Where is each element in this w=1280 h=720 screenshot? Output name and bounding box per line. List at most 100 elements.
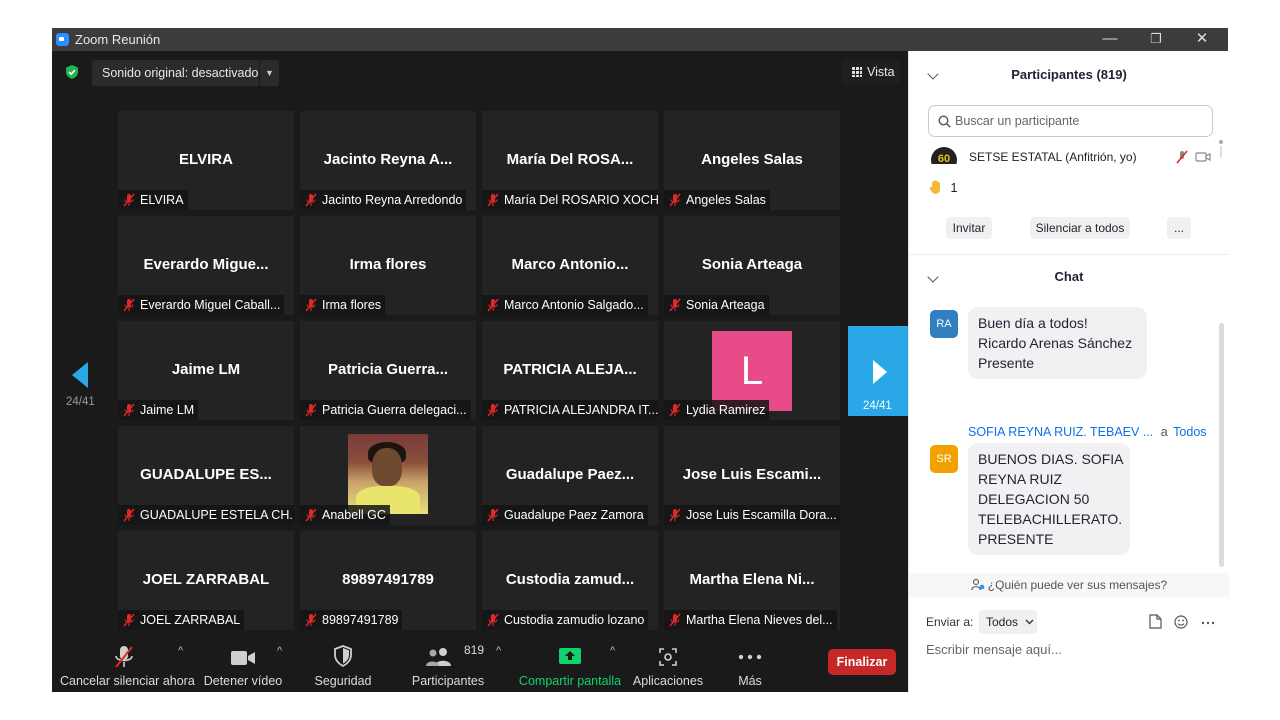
video-options-caret-icon[interactable]: ^ xyxy=(277,645,282,657)
share-options-caret-icon[interactable]: ^ xyxy=(610,645,615,657)
host-video-off-icon[interactable] xyxy=(1195,151,1211,163)
raised-hand-icon xyxy=(929,180,940,194)
participant-list-scrollbar[interactable] xyxy=(1219,139,1223,157)
participant-video-tile[interactable]: Custodia zamud... Custodia zamudio lozano xyxy=(482,531,658,630)
button-divider xyxy=(259,60,260,86)
muted-microphone-icon xyxy=(305,403,317,417)
participant-display-name: Sonia Arteaga xyxy=(701,256,803,273)
host-avatar: 60 xyxy=(931,147,957,164)
raised-hands-row: 1 xyxy=(929,179,957,195)
share-screen-label: Compartir pantalla xyxy=(518,674,622,688)
message-line: Buen día a todos! xyxy=(978,315,1088,331)
message-recipient[interactable]: Todos xyxy=(1173,425,1206,439)
participant-name: Jaime LM xyxy=(140,403,195,417)
participant-name-label: Custodia zamudio lozano xyxy=(482,610,649,630)
participant-video-tile[interactable]: Everardo Migue... Everardo Miguel Caball.… xyxy=(118,216,294,315)
message-sender-name[interactable]: SOFIA REYNA RUIZ. TEBAEV ... xyxy=(968,425,1153,439)
participants-more-button[interactable]: ... xyxy=(1167,217,1191,239)
end-meeting-button[interactable]: Finalizar xyxy=(828,649,896,675)
participant-video-tile[interactable]: Anabell GC xyxy=(300,426,476,525)
participant-video-tile[interactable]: ELVIRA ELVIRA xyxy=(118,111,294,210)
participant-list-item[interactable]: 60 SETSE ESTATAL (Anfitrión, yo) xyxy=(931,147,1221,164)
participant-name: Angeles Salas xyxy=(686,193,766,207)
participant-name: Marco Antonio Salgado... xyxy=(504,298,644,312)
message-avatar: RA xyxy=(930,310,958,338)
restore-button[interactable]: ❐ xyxy=(1133,28,1179,51)
participant-name-label: Lydia Ramirez xyxy=(664,400,770,420)
more-dots-icon xyxy=(738,654,762,660)
stop-video-label: Detener vídeo xyxy=(203,674,283,688)
next-page-arrow-icon xyxy=(873,360,887,384)
participant-display-name: GUADALUPE ES... xyxy=(140,466,272,483)
participant-video-tile[interactable]: Angeles Salas Angeles Salas xyxy=(664,111,840,210)
participant-video-tile[interactable]: Jose Luis Escami... Jose Luis Escamilla D… xyxy=(664,426,840,525)
participants-options-caret-icon[interactable]: ^ xyxy=(496,645,501,657)
participant-name: Lydia Ramirez xyxy=(686,403,766,417)
unmute-button[interactable]: Cancelar silenciar ahora xyxy=(60,637,195,692)
participant-display-name: PATRICIA ALEJA... xyxy=(503,361,637,378)
participant-name-label: Jaime LM xyxy=(118,400,199,420)
minimize-button[interactable]: — xyxy=(1087,28,1133,51)
muted-microphone-icon xyxy=(669,193,681,207)
view-label: Vista xyxy=(867,65,895,79)
title-bar: Zoom Reunión — ❐ ✕ xyxy=(52,28,1228,51)
audio-options-caret-icon[interactable]: ^ xyxy=(178,645,183,657)
participant-video-tile[interactable]: Martha Elena Ni... Martha Elena Nieves de… xyxy=(664,531,840,630)
participant-video-tile[interactable]: PATRICIA ALEJA... PATRICIA ALEJANDRA IT..… xyxy=(482,321,658,420)
participant-video-tile[interactable]: L Lydia Ramirez xyxy=(664,321,840,420)
compose-toolbar xyxy=(1149,614,1215,634)
stop-video-button[interactable]: Detener vídeo xyxy=(198,637,288,692)
encryption-shield-icon[interactable] xyxy=(64,64,80,80)
participant-video-tile[interactable]: María Del ROSA... María Del ROSARIO XOCHI… xyxy=(482,111,658,210)
side-panel: Participantes (819) 60 SETSE ESTATAL (An… xyxy=(908,51,1229,692)
participant-name-label: 89897491789 xyxy=(300,610,403,630)
message-sender-line: SOFIA REYNA RUIZ. TEBAEV ... a Todos xyxy=(968,425,1207,439)
muted-microphone-icon xyxy=(123,403,135,417)
apps-button[interactable]: Aplicaciones xyxy=(630,637,706,692)
participant-search-input[interactable] xyxy=(955,111,1205,131)
chat-scrollbar[interactable] xyxy=(1219,323,1224,567)
emoji-icon[interactable] xyxy=(1174,615,1189,629)
view-button[interactable]: Vista xyxy=(842,60,900,84)
file-attach-icon[interactable] xyxy=(1149,614,1162,629)
participant-video-tile[interactable]: 89897491789 89897491789 xyxy=(300,531,476,630)
more-button[interactable]: Más xyxy=(718,637,782,692)
participant-video-tile[interactable]: Sonia Arteaga Sonia Arteaga xyxy=(664,216,840,315)
original-sound-button[interactable]: Sonido original: desactivado ▼ xyxy=(92,60,279,86)
participant-video-tile[interactable]: Jaime LM Jaime LM xyxy=(118,321,294,420)
participant-search-box[interactable] xyxy=(928,105,1213,137)
muted-microphone-icon xyxy=(305,193,317,207)
message-line: Presente xyxy=(978,355,1035,371)
share-screen-button[interactable]: Compartir pantalla xyxy=(518,637,622,692)
next-page-indicator: 24/41 xyxy=(863,400,892,412)
participants-button[interactable]: 819 Participantes xyxy=(402,637,494,692)
participant-video-tile[interactable]: JOEL ZARRABAL JOEL ZARRABAL xyxy=(118,531,294,630)
send-to-dropdown[interactable]: Todos xyxy=(979,610,1037,634)
participant-name: Patricia Guerra delegaci... xyxy=(322,403,467,417)
participant-video-tile[interactable]: Irma flores Irma flores xyxy=(300,216,476,315)
previous-page-arrow-icon[interactable] xyxy=(70,361,90,389)
host-muted-mic-icon[interactable] xyxy=(1175,150,1189,164)
invite-button[interactable]: Invitar xyxy=(946,217,992,239)
participant-video-tile[interactable]: GUADALUPE ES... GUADALUPE ESTELA CH... xyxy=(118,426,294,525)
participant-name: María Del ROSARIO XOCHI... xyxy=(504,193,658,207)
chat-message-bubble[interactable]: BUENOS DIAS. SOFIA REYNA RUIZ DELEGACION… xyxy=(968,443,1130,555)
who-can-see-messages-link[interactable]: ¿Quién puede ver sus mensajes? xyxy=(909,573,1229,597)
next-page-button[interactable]: 24/41 xyxy=(848,326,908,416)
chat-message-bubble[interactable]: Buen día a todos! Ricardo Arenas Sánchez… xyxy=(968,307,1147,379)
muted-microphone-icon xyxy=(669,613,681,627)
sound-dropdown-caret-icon[interactable]: ▼ xyxy=(265,60,274,86)
participant-video-tile[interactable]: Jacinto Reyna A... Jacinto Reyna Arredond… xyxy=(300,111,476,210)
participant-video-tile[interactable]: Marco Antonio... Marco Antonio Salgado... xyxy=(482,216,658,315)
chat-message-input[interactable]: Escribir mensaje aquí... xyxy=(926,642,1062,657)
compose-more-icon[interactable] xyxy=(1201,621,1215,625)
mute-all-button[interactable]: Silenciar a todos xyxy=(1030,217,1130,239)
participants-panel-title: Participantes (819) xyxy=(1011,67,1127,82)
security-button[interactable]: Seguridad xyxy=(302,637,384,692)
close-button[interactable]: ✕ xyxy=(1179,28,1225,51)
participant-display-name: Guadalupe Paez... xyxy=(505,466,635,483)
grid-view-icon xyxy=(852,67,862,77)
muted-microphone-icon xyxy=(487,298,499,312)
participant-video-tile[interactable]: Guadalupe Paez... Guadalupe Paez Zamora xyxy=(482,426,658,525)
participant-video-tile[interactable]: Patricia Guerra... Patricia Guerra delega… xyxy=(300,321,476,420)
